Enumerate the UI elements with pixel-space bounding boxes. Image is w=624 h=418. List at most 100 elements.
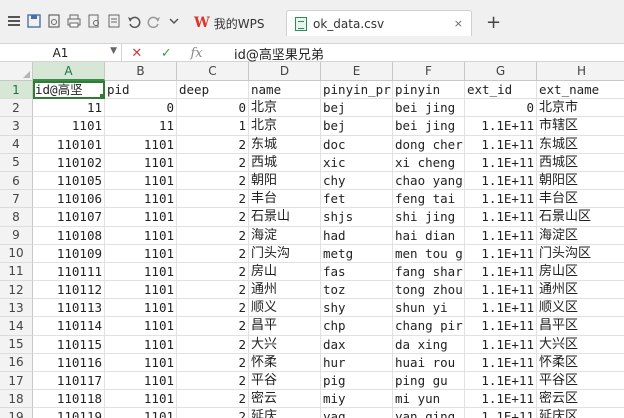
column-header-f[interactable]: F — [393, 62, 465, 81]
table-cell[interactable]: 2 — [177, 262, 249, 282]
table-cell[interactable]: 房山 — [249, 262, 321, 282]
header-cell[interactable]: name — [249, 81, 321, 100]
table-cell[interactable]: 延庆区 — [537, 408, 624, 418]
table-cell[interactable]: 2 — [177, 281, 249, 300]
table-cell[interactable]: 110102 — [33, 153, 105, 172]
table-cell[interactable]: 通州区 — [537, 281, 624, 300]
table-cell[interactable]: mi yun — [393, 390, 465, 409]
table-cell[interactable]: 0 — [105, 99, 177, 118]
table-cell[interactable]: chao yang — [393, 171, 465, 191]
table-cell[interactable]: bej — [321, 117, 393, 136]
table-cell[interactable]: 1.1E+11 — [465, 244, 537, 263]
column-header-h[interactable]: H — [537, 62, 624, 81]
column-header-e[interactable]: E — [321, 62, 393, 81]
table-cell[interactable]: 1101 — [105, 135, 177, 154]
table-cell[interactable]: 110105 — [33, 171, 105, 191]
table-cell[interactable]: 11 — [33, 99, 105, 118]
table-cell[interactable]: 1.1E+11 — [465, 171, 537, 191]
table-cell[interactable]: dong cher — [393, 135, 465, 154]
table-cell[interactable]: toz — [321, 281, 393, 300]
column-header-g[interactable]: G — [465, 62, 537, 81]
table-cell[interactable]: hai dian — [393, 226, 465, 245]
table-cell[interactable]: 2 — [177, 244, 249, 263]
header-cell[interactable]: id@高坚 — [33, 81, 105, 100]
table-cell[interactable]: 顺义 — [249, 299, 321, 318]
column-header-a[interactable]: A — [33, 62, 105, 81]
table-cell[interactable]: 1101 — [105, 190, 177, 209]
table-cell[interactable]: 2 — [177, 153, 249, 172]
name-box-dropdown-icon[interactable]: ▼ — [110, 46, 117, 56]
row-header[interactable]: 2 — [0, 99, 33, 118]
tab-ok-data-csv[interactable]: ok_data.csv × — [286, 10, 472, 36]
print-preview-icon[interactable] — [84, 11, 104, 31]
table-cell[interactable]: 怀柔区 — [537, 354, 624, 372]
table-cell[interactable]: 1 — [177, 117, 249, 136]
header-cell[interactable]: deep — [177, 81, 249, 100]
table-cell[interactable]: 1101 — [33, 117, 105, 136]
table-cell[interactable]: 东城区 — [537, 136, 624, 154]
table-cell[interactable]: 1101 — [105, 353, 177, 372]
table-cell[interactable]: 1.1E+11 — [465, 226, 537, 245]
table-cell[interactable]: fas — [321, 262, 393, 282]
name-box[interactable]: A1 ▼ — [0, 44, 122, 62]
row-header[interactable]: 11 — [0, 262, 33, 282]
table-cell[interactable]: 平谷 — [249, 372, 321, 391]
table-cell[interactable]: 2 — [177, 390, 249, 409]
table-cell[interactable]: 丰台 — [249, 190, 321, 209]
table-cell[interactable]: huai rou — [393, 353, 465, 372]
table-cell[interactable]: 1.1E+11 — [465, 335, 537, 354]
table-cell[interactable]: 西城 — [249, 153, 321, 172]
table-cell[interactable]: 1.1E+11 — [465, 390, 537, 409]
table-cell[interactable]: 海淀 — [249, 226, 321, 245]
row-header[interactable]: 10 — [0, 244, 33, 263]
table-cell[interactable]: fang shar — [393, 262, 465, 282]
tab-my-wps[interactable]: W 我的WPS — [186, 10, 286, 36]
table-cell[interactable]: 房山区 — [537, 263, 624, 282]
table-cell[interactable]: yaq — [321, 408, 393, 418]
table-cell[interactable]: 110109 — [33, 244, 105, 263]
table-cell[interactable]: bei jing — [393, 117, 465, 136]
table-cell[interactable]: had — [321, 226, 393, 245]
table-cell[interactable]: 1.1E+11 — [465, 153, 537, 172]
table-cell[interactable]: 1101 — [105, 372, 177, 391]
table-cell[interactable]: hur — [321, 353, 393, 372]
row-header[interactable]: 9 — [0, 226, 33, 245]
table-cell[interactable]: chp — [321, 317, 393, 336]
table-cell[interactable]: xic — [321, 153, 393, 172]
table-cell[interactable]: 密云 — [249, 390, 321, 409]
cancel-icon[interactable]: ✕ — [131, 46, 142, 61]
table-cell[interactable]: metg — [321, 244, 393, 263]
table-cell[interactable]: 1101 — [105, 299, 177, 318]
table-cell[interactable]: tong zhou — [393, 281, 465, 300]
table-cell[interactable]: feng tai — [393, 190, 465, 209]
table-cell[interactable]: xi cheng — [393, 153, 465, 172]
table-cell[interactable]: 北京 — [249, 117, 321, 136]
table-cell[interactable]: 顺义区 — [537, 299, 624, 318]
table-cell[interactable]: 东城 — [249, 135, 321, 154]
row-header[interactable]: 19 — [0, 408, 33, 418]
table-cell[interactable]: 1.1E+11 — [465, 299, 537, 318]
header-cell[interactable]: pinyin_pr — [321, 81, 393, 100]
table-cell[interactable]: 大兴 — [249, 335, 321, 354]
export-pdf-icon[interactable] — [44, 11, 64, 31]
table-cell[interactable]: 1101 — [105, 171, 177, 191]
formula-input[interactable]: id@高坚果兄弟 — [234, 44, 324, 63]
print-icon[interactable] — [64, 11, 84, 31]
table-cell[interactable]: 平谷区 — [537, 372, 624, 391]
table-cell[interactable]: 1101 — [105, 408, 177, 418]
row-header[interactable]: 18 — [0, 390, 33, 409]
confirm-icon[interactable]: ✓ — [161, 46, 172, 61]
row-header[interactable]: 16 — [0, 353, 33, 372]
row-header[interactable]: 5 — [0, 153, 33, 172]
table-cell[interactable]: 1.1E+11 — [465, 353, 537, 372]
table-cell[interactable]: bei jing — [393, 99, 465, 118]
table-cell[interactable]: 110106 — [33, 190, 105, 209]
column-header-d[interactable]: D — [249, 62, 321, 81]
table-cell[interactable]: 门头沟 — [249, 244, 321, 263]
row-header[interactable]: 8 — [0, 208, 33, 227]
table-cell[interactable]: 1101 — [105, 335, 177, 354]
table-cell[interactable]: 110107 — [33, 208, 105, 227]
table-cell[interactable]: 2 — [177, 135, 249, 154]
row-header[interactable]: 3 — [0, 117, 33, 136]
column-header-c[interactable]: C — [177, 62, 249, 81]
